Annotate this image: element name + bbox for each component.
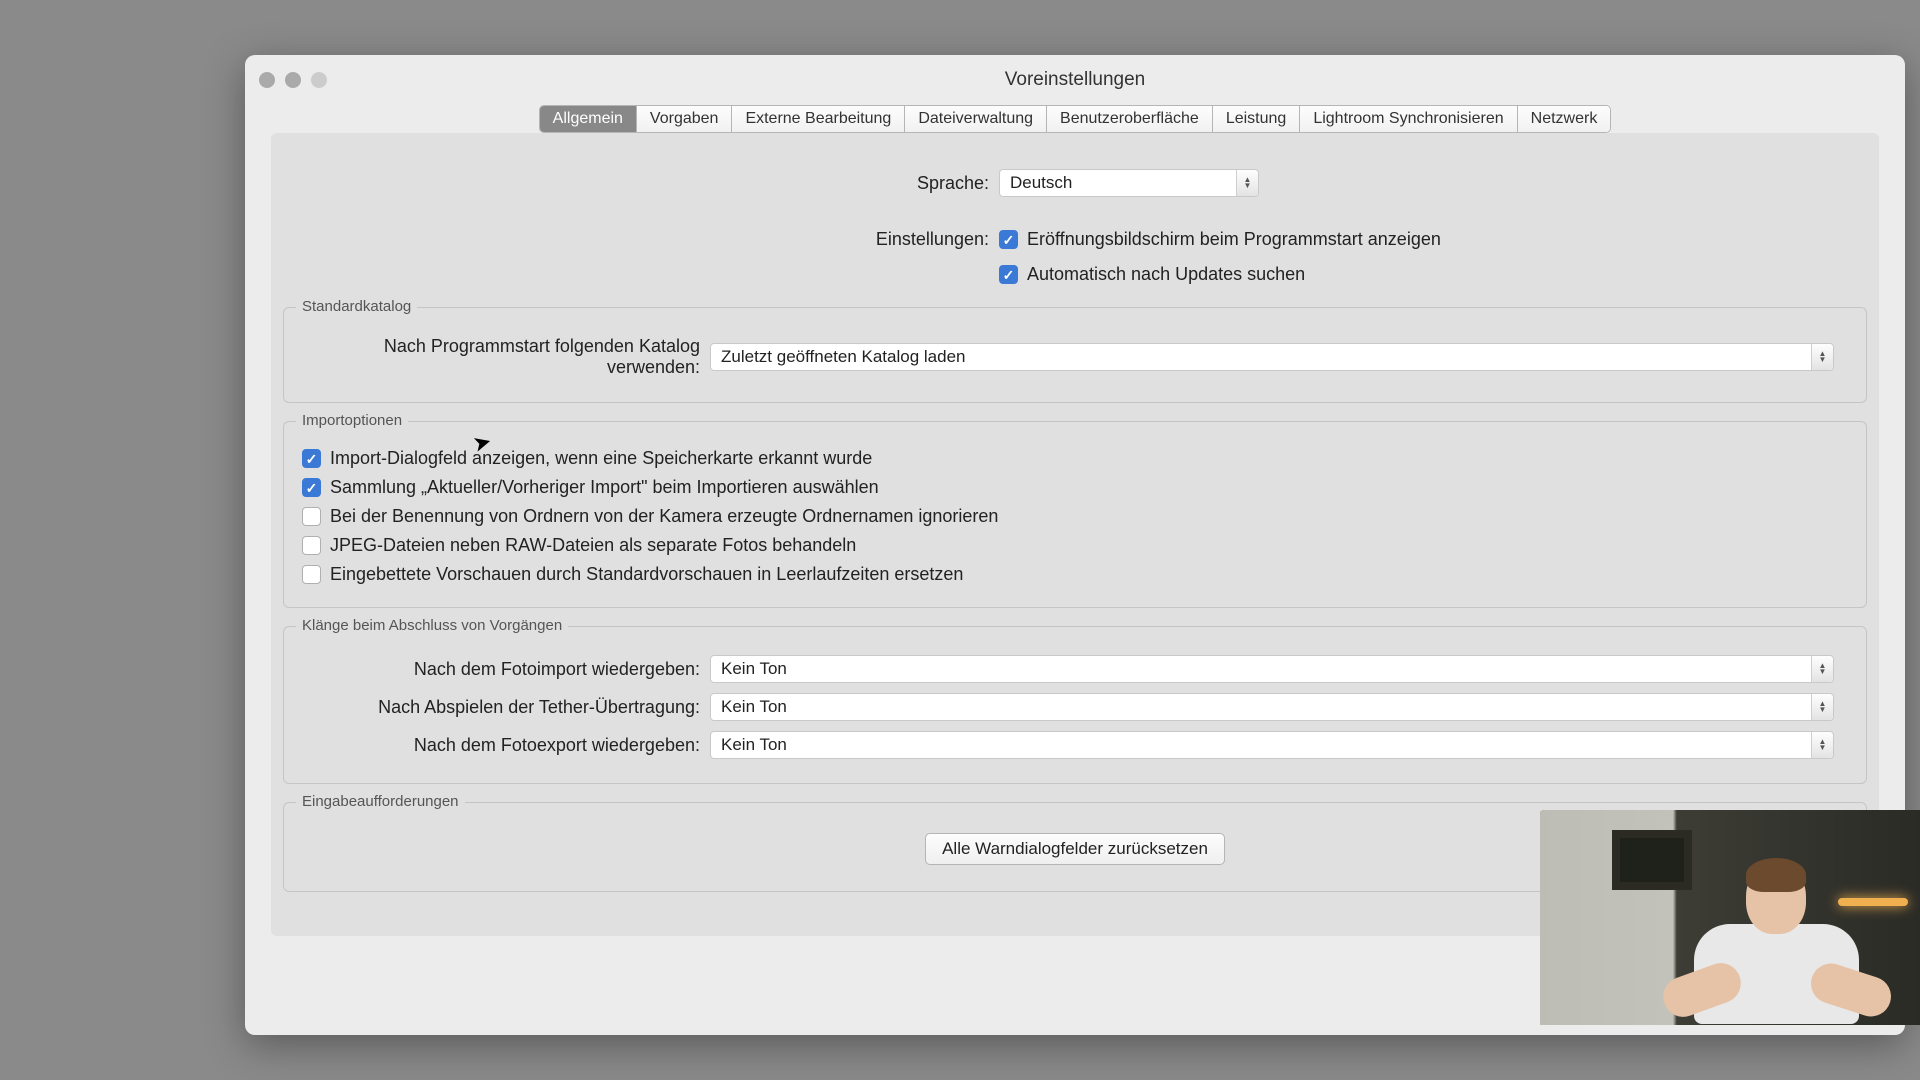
close-icon[interactable] — [259, 72, 275, 88]
tab-benutzeroberflaeche[interactable]: Benutzeroberfläche — [1047, 106, 1213, 132]
sound-export-label: Nach dem Fotoexport wiedergeben: — [302, 735, 710, 756]
import-opt-1: Sammlung „Aktueller/Vorheriger Import" b… — [330, 477, 879, 498]
section-title-sounds: Klänge beim Abschluss von Vorgängen — [296, 617, 568, 634]
language-dropdown[interactable]: Deutsch ▲▼ — [999, 169, 1259, 197]
import-opt-3: JPEG-Dateien neben RAW-Dateien als separ… — [330, 535, 856, 556]
sound-tether-label: Nach Abspielen der Tether-Übertragung: — [302, 697, 710, 718]
import-jpeg-raw-checkbox[interactable] — [302, 536, 321, 555]
import-opt-4: Eingebettete Vorschauen durch Standardvo… — [330, 564, 963, 585]
import-embedded-previews-checkbox[interactable] — [302, 565, 321, 584]
tabbar: Allgemein Vorgaben Externe Bearbeitung D… — [245, 105, 1905, 133]
language-value: Deutsch — [1000, 173, 1236, 193]
section-importoptionen: Importoptionen Import-Dialogfeld anzeige… — [283, 421, 1867, 608]
import-opt-0: Import-Dialogfeld anzeigen, wenn eine Sp… — [330, 448, 872, 469]
import-opt-2: Bei der Benennung von Ordnern von der Ka… — [330, 506, 998, 527]
sound-tether-dropdown[interactable]: Kein Ton ▲▼ — [710, 693, 1834, 721]
tab-externe-bearbeitung[interactable]: Externe Bearbeitung — [732, 106, 905, 132]
sound-import-label: Nach dem Fotoimport wiedergeben: — [302, 659, 710, 680]
section-title-prompts: Eingabeaufforderungen — [296, 793, 465, 810]
catalog-label: Nach Programmstart folgenden Katalog ver… — [302, 336, 710, 378]
chevron-up-down-icon: ▲▼ — [1236, 170, 1258, 196]
updates-label: Automatisch nach Updates suchen — [1027, 264, 1305, 285]
tab-dateiverwaltung[interactable]: Dateiverwaltung — [905, 106, 1047, 132]
import-collection-checkbox[interactable] — [302, 478, 321, 497]
sound-import-value: Kein Ton — [711, 659, 1811, 679]
webcam-overlay — [1540, 810, 1920, 1025]
section-standardkatalog: Standardkatalog Nach Programmstart folge… — [283, 307, 1867, 403]
splash-label: Eröffnungsbildschirm beim Programmstart … — [1027, 229, 1441, 250]
language-label: Sprache: — [271, 173, 999, 194]
chevron-up-down-icon: ▲▼ — [1811, 694, 1833, 720]
maximize-icon[interactable] — [311, 72, 327, 88]
sound-import-dropdown[interactable]: Kein Ton ▲▼ — [710, 655, 1834, 683]
tab-allgemein[interactable]: Allgemein — [540, 106, 637, 132]
section-title-katalog: Standardkatalog — [296, 298, 417, 315]
splash-checkbox[interactable] — [999, 230, 1018, 249]
reset-warnings-button[interactable]: Alle Warndialogfelder zurücksetzen — [925, 833, 1225, 865]
updates-checkbox[interactable] — [999, 265, 1018, 284]
titlebar: Voreinstellungen — [245, 55, 1905, 105]
tab-lightroom-sync[interactable]: Lightroom Synchronisieren — [1300, 106, 1517, 132]
catalog-dropdown[interactable]: Zuletzt geöffneten Katalog laden ▲▼ — [710, 343, 1834, 371]
tab-leistung[interactable]: Leistung — [1213, 106, 1301, 132]
section-title-import: Importoptionen — [296, 412, 408, 429]
tab-vorgaben[interactable]: Vorgaben — [637, 106, 733, 132]
sound-export-value: Kein Ton — [711, 735, 1811, 755]
chevron-up-down-icon: ▲▼ — [1811, 656, 1833, 682]
window-title: Voreinstellungen — [1005, 69, 1146, 91]
section-klaenge: Klänge beim Abschluss von Vorgängen Nach… — [283, 626, 1867, 784]
tab-netzwerk[interactable]: Netzwerk — [1518, 106, 1611, 132]
import-foldernames-checkbox[interactable] — [302, 507, 321, 526]
chevron-up-down-icon: ▲▼ — [1811, 344, 1833, 370]
sound-tether-value: Kein Ton — [711, 697, 1811, 717]
chevron-up-down-icon: ▲▼ — [1811, 732, 1833, 758]
import-dialog-checkbox[interactable] — [302, 449, 321, 468]
sound-export-dropdown[interactable]: Kein Ton ▲▼ — [710, 731, 1834, 759]
minimize-icon[interactable] — [285, 72, 301, 88]
settings-label: Einstellungen: — [271, 229, 999, 250]
traffic-lights — [259, 72, 327, 88]
catalog-value: Zuletzt geöffneten Katalog laden — [711, 347, 1811, 367]
